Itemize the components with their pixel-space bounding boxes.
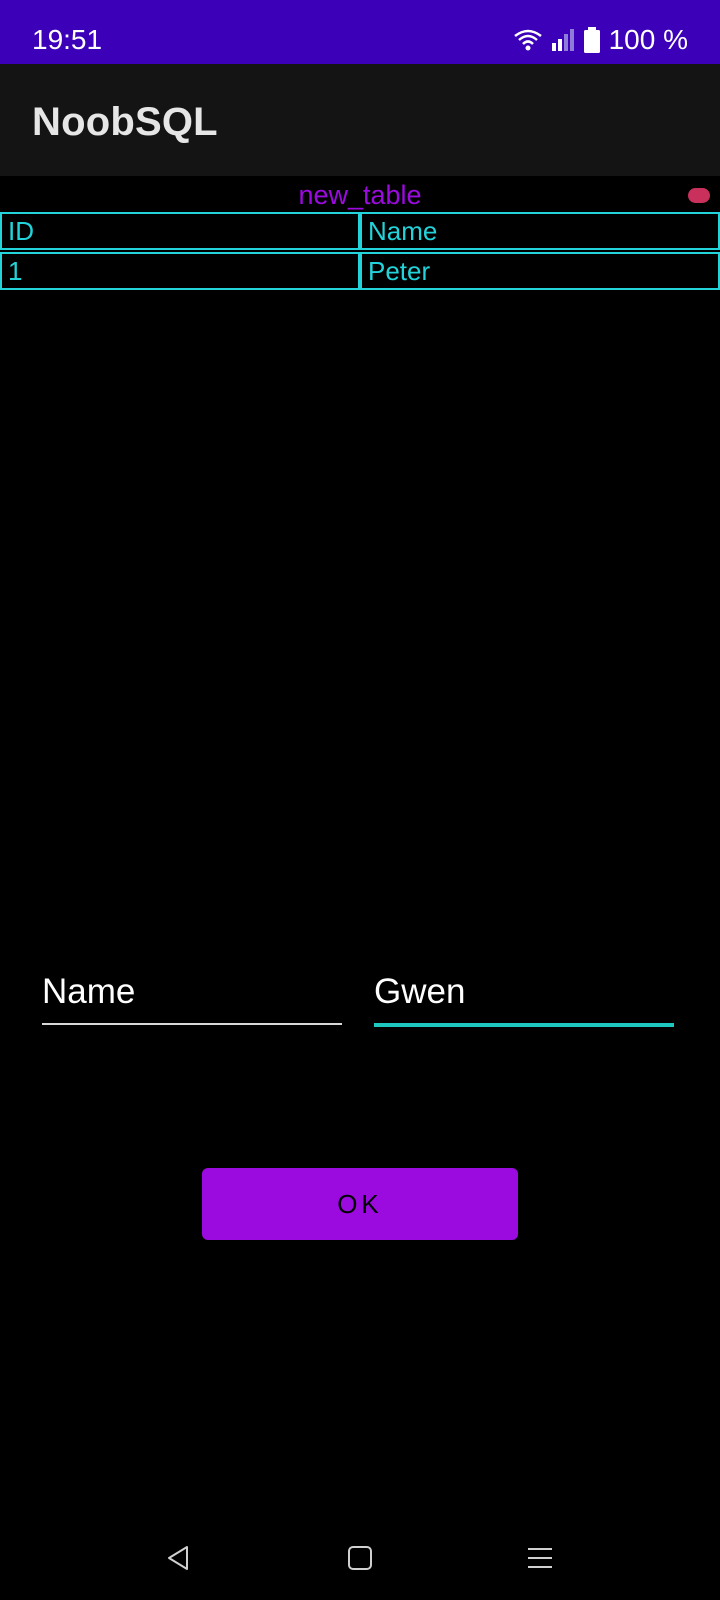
value-input-underline <box>374 1023 674 1027</box>
status-bar: 19:51 100 % <box>0 0 720 64</box>
wifi-icon <box>513 28 543 52</box>
navigation-bar <box>0 1520 720 1600</box>
signal-icon <box>551 29 575 51</box>
column-name-label: Name <box>42 972 136 1011</box>
status-icons: 100 % <box>513 22 688 58</box>
table-row[interactable]: 1 Peter <box>0 252 720 290</box>
back-icon[interactable] <box>156 1536 200 1580</box>
battery-percentage: 100 % <box>608 24 688 55</box>
value-input-text[interactable]: Gwen <box>374 968 674 1022</box>
data-table: ID Name 1 Peter <box>0 212 720 292</box>
value-input[interactable]: Gwen <box>374 968 674 1030</box>
column-header-name[interactable]: Name <box>360 212 720 250</box>
table-name[interactable]: new_table <box>0 178 720 212</box>
app-title: NoobSQL <box>32 100 218 144</box>
ok-button[interactable]: OK <box>202 1168 518 1240</box>
table-header-row: ID Name <box>0 212 720 250</box>
table-cell-name[interactable]: Peter <box>360 252 720 290</box>
record-indicator-icon[interactable] <box>688 188 710 203</box>
column-name-underline <box>42 1023 342 1025</box>
app-bar: NoobSQL <box>0 64 720 176</box>
table-cell-id[interactable]: 1 <box>0 252 360 290</box>
column-header-id[interactable]: ID <box>0 212 360 250</box>
recents-icon[interactable] <box>518 1536 562 1580</box>
column-name-field[interactable]: Name <box>42 968 342 1030</box>
status-time: 19:51 <box>32 24 103 55</box>
home-icon[interactable] <box>338 1536 382 1580</box>
battery-icon <box>583 27 601 53</box>
